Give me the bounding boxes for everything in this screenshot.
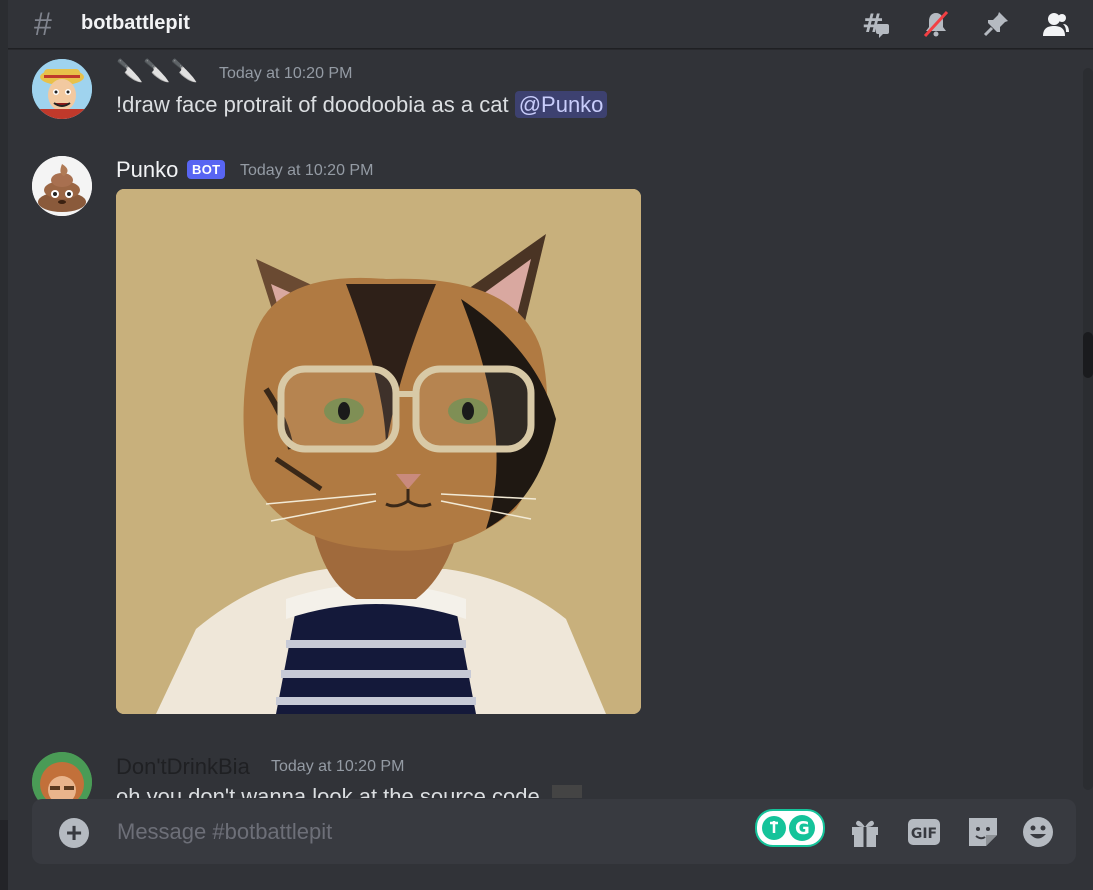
username[interactable]: Don'tDrinkBia (116, 754, 250, 780)
message-text: !draw face protrait of doodoobia as a ca… (116, 92, 509, 117)
pin-icon[interactable] (982, 10, 1010, 38)
message-content: oh you don't wanna look at the source co… (116, 784, 582, 798)
gif-label: GIF (911, 826, 937, 842)
user-mention[interactable]: @Punko (514, 91, 608, 118)
scrollbar-track[interactable] (1083, 68, 1093, 790)
username[interactable]: Punko (116, 157, 178, 183)
username[interactable]: 🔪🔪🔪 (116, 58, 198, 84)
member-list-icon[interactable] (1042, 10, 1070, 38)
avatar[interactable] (32, 156, 92, 216)
scrollbar-thumb[interactable] (1083, 332, 1093, 378)
message-content: !draw face protrait of doodoobia as a ca… (116, 91, 608, 118)
gift-icon[interactable] (848, 815, 882, 849)
channel-title: botbattlepit (81, 12, 190, 34)
message-text: oh you don't wanna look at the source co… (116, 784, 540, 798)
svg-text:G: G (795, 818, 810, 839)
gif-icon[interactable]: GIF (907, 815, 941, 849)
notifications-muted-icon[interactable] (922, 10, 950, 38)
add-attachment-icon[interactable]: + (59, 818, 89, 848)
grammarly-widget[interactable]: G (755, 809, 825, 847)
message-timestamp: Today at 10:20 PM (219, 65, 353, 82)
message-input[interactable]: Message #botbattlepit (117, 819, 332, 845)
bot-badge: BOT (187, 160, 226, 179)
channel-header: # botbattlepit # (8, 0, 1093, 49)
threads-icon[interactable]: # (862, 9, 890, 39)
text-channel-icon: # (34, 6, 52, 42)
message-composer: + Message #botbattlepit G GIF (32, 799, 1076, 864)
cat-portrait-image[interactable] (116, 189, 641, 714)
emoji-icon[interactable] (1021, 815, 1055, 849)
message-timestamp: Today at 10:20 PM (271, 758, 405, 775)
sticker-icon[interactable] (966, 815, 1000, 849)
avatar[interactable] (32, 59, 92, 119)
server-sidebar-edge (0, 0, 8, 890)
message-timestamp: Today at 10:20 PM (240, 162, 374, 179)
custom-emoji (551, 785, 582, 798)
